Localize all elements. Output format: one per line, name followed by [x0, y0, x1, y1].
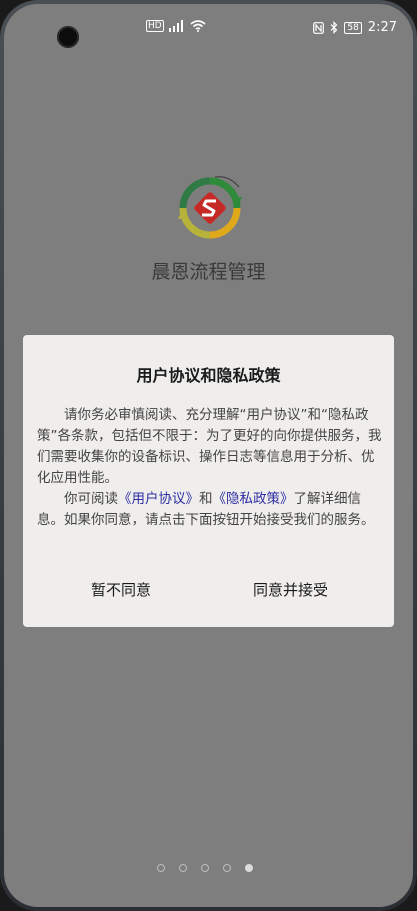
page-dot-active[interactable]: [245, 864, 253, 872]
phone-frame: HD 58 2:27 晨恩流程管理 用户协议和隐私政策 请你务必审慎阅读、充分理…: [0, 0, 417, 911]
user-agreement-link[interactable]: 《用户协议》: [118, 491, 199, 507]
page-dot[interactable]: [201, 864, 209, 872]
page-indicator: [157, 864, 253, 872]
agree-button[interactable]: 同意并接受: [253, 579, 328, 600]
status-left-icons: HD: [146, 20, 206, 32]
hd-badge: HD: [146, 20, 164, 32]
page-dot[interactable]: [223, 864, 231, 872]
status-time: 2:27: [367, 20, 397, 35]
dialog-title: 用户协议和隐私政策: [136, 366, 281, 385]
nfc-icon: [313, 21, 325, 34]
wifi-icon: [190, 20, 206, 32]
dialog-body: 请你务必审慎阅读、充分理解“用户协议”和“隐私政策”各条款，包括但不限于：为了更…: [37, 405, 382, 531]
screen: HD 58 2:27 晨恩流程管理 用户协议和隐私政策 请你务必审慎阅读、充分理…: [4, 4, 413, 907]
dialog-paragraph-2: 你可阅读《用户协议》和《隐私政策》了解详细信息。如果你同意，请点击下面按钮开始接…: [37, 489, 382, 531]
paragraph-2-and: 和: [199, 491, 213, 507]
front-camera: [57, 26, 79, 48]
paragraph-2-prefix: 你可阅读: [64, 491, 118, 507]
page-dot[interactable]: [157, 864, 165, 872]
bluetooth-icon: [330, 21, 338, 34]
privacy-policy-link[interactable]: 《隐私政策》: [213, 491, 294, 507]
privacy-dialog: 用户协议和隐私政策 请你务必审慎阅读、充分理解“用户协议”和“隐私政策”各条款，…: [23, 335, 394, 627]
app-logo-icon: [178, 176, 242, 239]
status-right-icons: 58 2:27: [313, 20, 397, 35]
page-dot[interactable]: [179, 864, 187, 872]
disagree-button[interactable]: 暂不同意: [91, 579, 151, 600]
battery-indicator: 58: [344, 21, 362, 34]
app-name: 晨恩流程管理: [151, 261, 266, 283]
signal-icon: [168, 20, 183, 32]
dialog-paragraph-1: 请你务必审慎阅读、充分理解“用户协议”和“隐私政策”各条款，包括但不限于：为了更…: [37, 407, 382, 486]
